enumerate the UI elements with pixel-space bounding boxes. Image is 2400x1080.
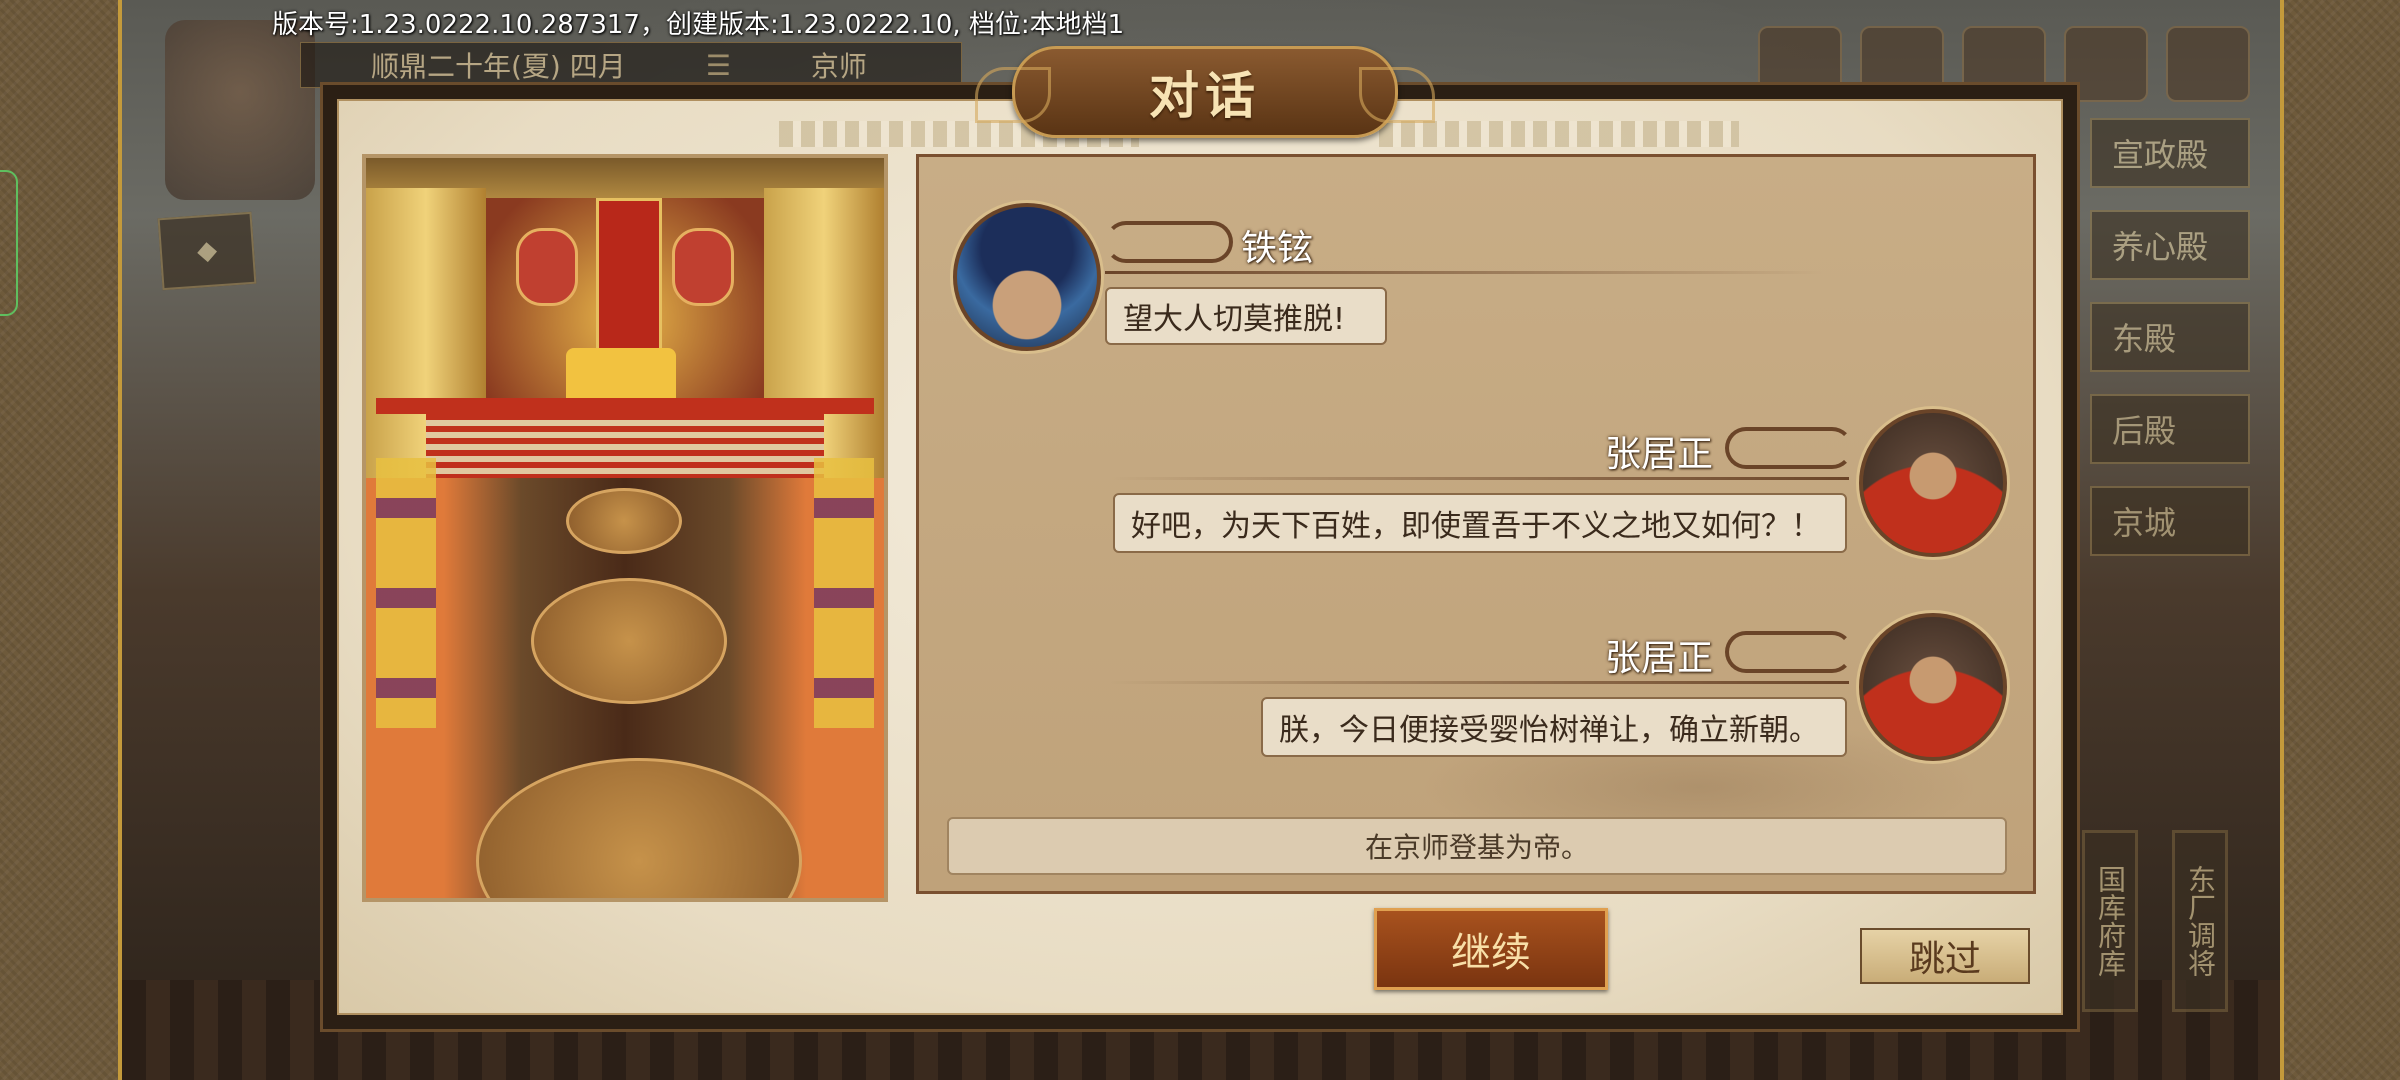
fret-ornament-right: [1379, 121, 1739, 147]
continue-button[interactable]: 继续: [1374, 908, 1608, 990]
hall-button-xuanzheng[interactable]: 宣政殿: [2090, 118, 2250, 188]
date-text: 顺鼎二十年(夏) 四月: [371, 50, 626, 83]
speaker-avatar-zhangjuzheng: [1859, 613, 2007, 761]
travel-button[interactable]: ◆: [157, 211, 257, 291]
speaker-name: 张居正: [1605, 638, 1714, 679]
name-underline: [1109, 477, 1849, 480]
left-frame: [0, 0, 122, 1080]
hall-button-yangxin[interactable]: 养心殿: [2090, 210, 2250, 280]
treasury-badge[interactable]: 国库府库: [2082, 830, 2138, 1012]
side-handle[interactable]: [0, 170, 18, 316]
right-frame: [2280, 0, 2400, 1080]
name-underline: [1105, 271, 1825, 274]
divider-icon: ☰: [705, 48, 731, 82]
hall-button-east[interactable]: 东殿: [2090, 302, 2250, 372]
conversation-panel: 铁铉 望大人切莫推脱! 张居正 好吧，为天下百姓，即使置吾于不义之地又如何？！ …: [916, 154, 2036, 894]
hall-button-capital[interactable]: 京城: [2090, 486, 2250, 556]
narration-box: 在京师登基为帝。: [947, 817, 2007, 875]
speaker-name: 张居正: [1605, 434, 1714, 475]
speaker-avatar-tiexuan: [953, 203, 1101, 351]
cloud-swirl-icon: [1105, 221, 1233, 263]
cloud-swirl-icon: [1725, 427, 1853, 469]
speaker-avatar-zhangjuzheng: [1859, 409, 2007, 557]
version-info: 版本号:1.23.0222.10.287317，创建版本:1.23.0222.1…: [272, 10, 1125, 40]
name-underline: [1109, 681, 1849, 684]
cloud-swirl-icon: [1725, 631, 1853, 673]
hall-menu: 宣政殿 养心殿 东殿 后殿 京城: [2090, 118, 2250, 578]
message-bubble: 望大人切莫推脱!: [1105, 287, 1387, 345]
hall-button-rear[interactable]: 后殿: [2090, 394, 2250, 464]
dialog-title: 对话: [1149, 66, 1261, 125]
player-portrait[interactable]: [165, 20, 315, 200]
message-bubble: 朕，今日便接受婴怡树禅让，确立新朝。: [1261, 697, 1847, 757]
dialog-title-plate: 对话: [975, 46, 1398, 138]
location-text: 京师: [810, 50, 867, 83]
city-icon[interactable]: [2166, 26, 2250, 102]
eastern-depot-badge[interactable]: 东厂调将: [2172, 830, 2228, 1012]
speaker-name: 铁铉: [1241, 228, 1314, 269]
throne-hall-illustration: [362, 154, 888, 902]
skip-button[interactable]: 跳过: [1860, 928, 2030, 984]
message-bubble: 好吧，为天下百姓，即使置吾于不义之地又如何？！: [1113, 493, 1847, 553]
